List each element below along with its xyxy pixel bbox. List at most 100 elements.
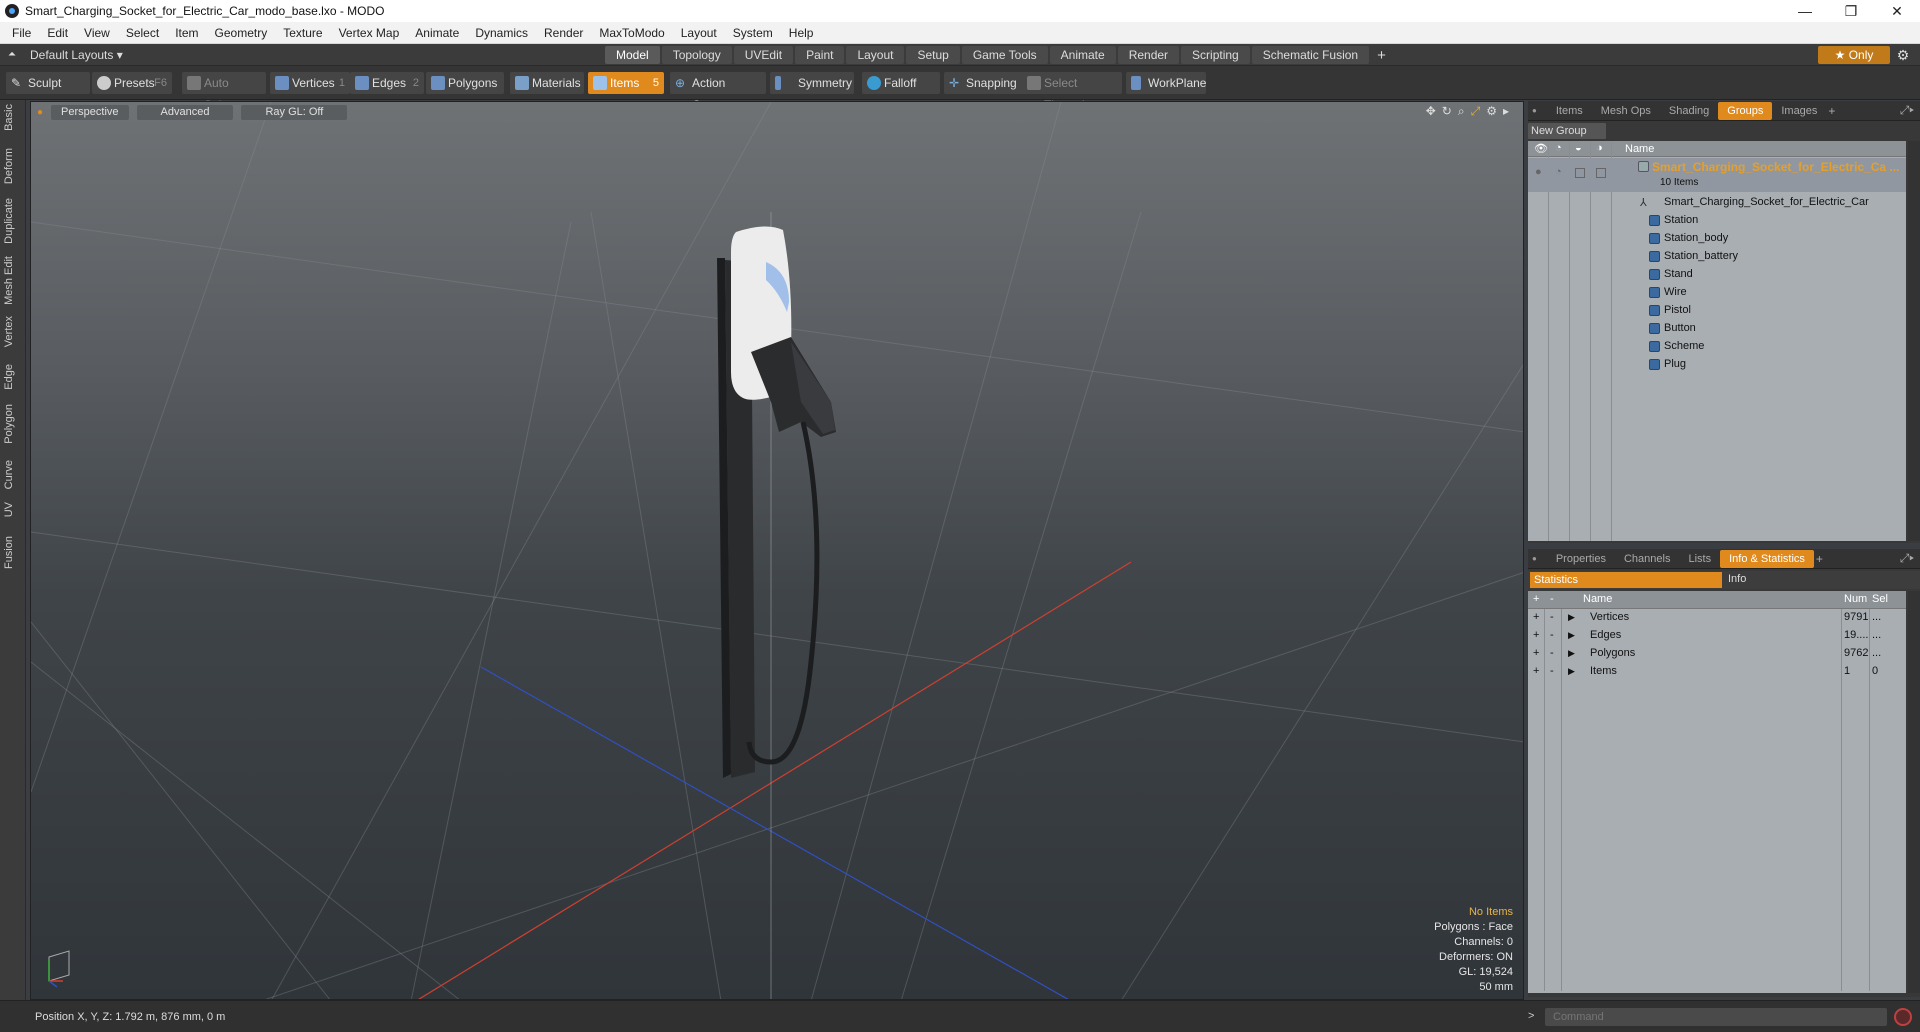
groups-scrollbar[interactable] xyxy=(1908,141,1920,541)
add-icon[interactable]: + xyxy=(1533,665,1539,677)
tab-uv[interactable]: UV xyxy=(3,502,23,517)
panel-expand-icon[interactable]: ⤢▸ xyxy=(1900,551,1914,566)
menu-layout[interactable]: Layout xyxy=(673,26,725,40)
render-toggle-icon[interactable]: ◔ xyxy=(1555,166,1562,178)
tab-curve[interactable]: Curve xyxy=(3,460,23,489)
tab-schematic-fusion[interactable]: Schematic Fusion xyxy=(1251,46,1370,64)
menu-file[interactable]: File xyxy=(4,26,39,40)
snapping-button[interactable]: ✛ Snapping xyxy=(944,72,1028,94)
select-through-button[interactable]: Select Through xyxy=(1022,72,1122,112)
advanced-dropdown[interactable]: Advanced xyxy=(136,104,234,120)
menu-edit[interactable]: Edit xyxy=(39,26,76,40)
tab-vertex[interactable]: Vertex xyxy=(3,316,23,347)
tab-mesh-edit[interactable]: Mesh Edit xyxy=(3,256,23,305)
tab-groups[interactable]: Groups xyxy=(1718,101,1773,120)
tab-setup[interactable]: Setup xyxy=(906,46,960,64)
layout-preset-dropdown[interactable]: Default Layouts ▾ xyxy=(30,48,123,62)
tab-shading[interactable]: Shading xyxy=(1660,102,1718,120)
rotate-view-icon[interactable]: ↻ xyxy=(1442,104,1452,119)
action-center-button[interactable]: ⊕Action Center xyxy=(670,72,766,112)
panel-expand-icon[interactable]: ⤢▸ xyxy=(1900,103,1914,118)
select-col-icon[interactable]: ◑ xyxy=(1596,142,1603,154)
tab-basic[interactable]: Basic xyxy=(3,104,23,131)
visibility-col-icon[interactable]: 👁 xyxy=(1534,142,1548,155)
select-toggle[interactable] xyxy=(1596,168,1606,178)
tab-paint[interactable]: Paint xyxy=(795,46,845,64)
zoom-view-icon[interactable]: ⌕ xyxy=(1458,104,1465,119)
menu-maxtomodo[interactable]: MaxToModo xyxy=(591,26,672,40)
expand-arrow-icon[interactable]: ▶ xyxy=(1568,648,1575,659)
panel-menu-dot[interactable]: ● xyxy=(1532,106,1537,115)
statistics-subtab[interactable]: Statistics xyxy=(1530,572,1722,588)
close-button[interactable]: ✕ xyxy=(1874,0,1920,22)
panel-menu-dot[interactable]: ● xyxy=(1532,554,1537,563)
lock-col-icon[interactable]: ◒ xyxy=(1575,142,1582,154)
maximize-button[interactable]: ❐ xyxy=(1828,0,1874,22)
raygl-dropdown[interactable]: Ray GL: Off xyxy=(241,104,348,120)
charging-station-model[interactable] xyxy=(717,226,836,778)
add-panel-tab-icon[interactable]: + xyxy=(1828,104,1835,118)
add-tab-button[interactable]: + xyxy=(1377,47,1386,64)
tree-item[interactable]: Station_battery xyxy=(1528,248,1906,266)
table-row[interactable]: + - ▶ Vertices 9791 ... xyxy=(1528,609,1906,627)
tree-item[interactable]: Button xyxy=(1528,320,1906,338)
info-subtab[interactable]: Info xyxy=(1728,573,1746,585)
edges-button[interactable]: Edges 2 xyxy=(350,72,424,94)
add-icon[interactable]: + xyxy=(1533,629,1539,641)
tree-item[interactable]: Stand xyxy=(1528,266,1906,284)
materials-button[interactable]: Materials xyxy=(510,72,584,94)
items-button[interactable]: Items 5 xyxy=(588,72,664,94)
record-macro-icon[interactable] xyxy=(1894,1008,1912,1026)
group-root-row[interactable]: ● ◔ Smart_Charging_Socket_for_Electric_C… xyxy=(1528,158,1906,192)
move-view-icon[interactable]: ✥ xyxy=(1426,104,1436,119)
gear-icon[interactable]: ⚙ xyxy=(1894,46,1912,64)
tab-images[interactable]: Images xyxy=(1772,102,1826,120)
tab-channels[interactable]: Channels xyxy=(1615,550,1679,568)
sculpt-button[interactable]: ✎ Sculpt xyxy=(6,72,90,94)
tree-item[interactable]: Wire xyxy=(1528,284,1906,302)
table-row[interactable]: + - ▶ Items 1 0 xyxy=(1528,663,1906,681)
tab-model[interactable]: Model xyxy=(605,46,660,64)
tab-edge[interactable]: Edge xyxy=(3,364,23,390)
viewport-menu-dot[interactable]: ● xyxy=(37,107,43,118)
tab-polygon[interactable]: Polygon xyxy=(3,404,23,444)
tab-fusion[interactable]: Fusion xyxy=(3,536,23,569)
only-toggle[interactable]: ★ Only xyxy=(1818,46,1890,64)
menu-item[interactable]: Item xyxy=(167,26,206,40)
tab-lists[interactable]: Lists xyxy=(1679,550,1720,568)
menu-dynamics[interactable]: Dynamics xyxy=(467,26,536,40)
tree-item[interactable]: Plug xyxy=(1528,356,1906,374)
expand-arrow-icon[interactable]: ▶ xyxy=(1568,630,1575,641)
tab-game-tools[interactable]: Game Tools xyxy=(961,46,1048,64)
menu-help[interactable]: Help xyxy=(781,26,822,40)
symmetry-button[interactable]: Symmetry xyxy=(770,72,854,94)
polygons-button[interactable]: Polygons xyxy=(426,72,504,94)
expand-arrow-icon[interactable]: ▶ xyxy=(1568,666,1575,677)
tree-item[interactable]: ⅄ Smart_Charging_Socket_for_Electric_Car xyxy=(1528,194,1906,212)
tree-item[interactable]: Station xyxy=(1528,212,1906,230)
tab-render[interactable]: Render xyxy=(1117,46,1180,64)
auto-select-button[interactable]: Auto Select xyxy=(182,72,266,112)
expand-all-icon[interactable]: + xyxy=(1533,593,1539,605)
tab-uvedit[interactable]: UVEdit xyxy=(733,46,794,64)
fit-view-icon[interactable]: ⤢ xyxy=(1471,104,1481,119)
remove-icon[interactable]: - xyxy=(1550,665,1554,677)
viewport-expand-icon[interactable]: ▸ xyxy=(1503,104,1509,119)
tab-items[interactable]: Items xyxy=(1547,102,1592,120)
remove-icon[interactable]: - xyxy=(1550,611,1554,623)
expand-arrow-icon[interactable]: ▶ xyxy=(1568,612,1575,623)
menu-render[interactable]: Render xyxy=(536,26,591,40)
tree-item[interactable]: Station_body xyxy=(1528,230,1906,248)
table-row[interactable]: + - ▶ Edges 19.... ... xyxy=(1528,627,1906,645)
menu-select[interactable]: Select xyxy=(118,26,167,40)
falloff-button[interactable]: Falloff xyxy=(862,72,940,94)
menu-geometry[interactable]: Geometry xyxy=(207,26,276,40)
tab-topology[interactable]: Topology xyxy=(661,46,732,64)
collapse-all-icon[interactable]: - xyxy=(1550,593,1554,605)
remove-icon[interactable]: - xyxy=(1550,647,1554,659)
tab-deform[interactable]: Deform xyxy=(3,148,23,184)
command-input[interactable] xyxy=(1545,1008,1887,1026)
tab-layout[interactable]: Layout xyxy=(846,46,905,64)
minimize-button[interactable]: — xyxy=(1782,0,1828,22)
workplane-button[interactable]: WorkPlane xyxy=(1126,72,1206,94)
